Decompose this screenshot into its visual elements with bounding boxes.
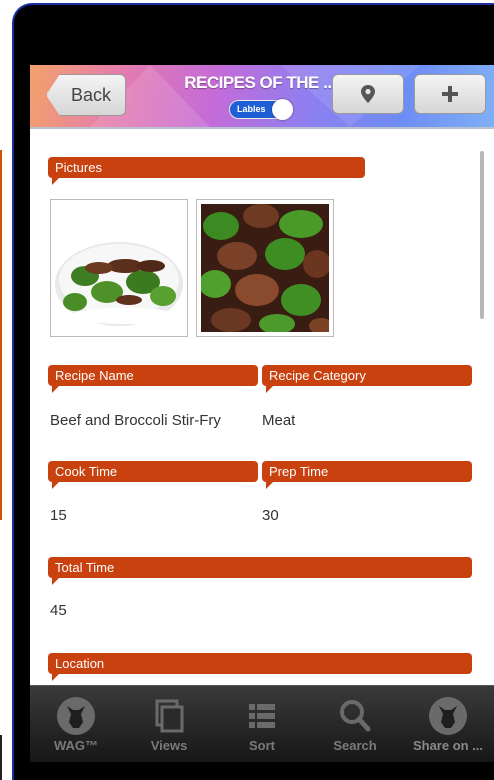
tab-wag[interactable]: WAG™ bbox=[30, 686, 122, 762]
top-nav-bar: Back RECIPES OF THE ... Lables bbox=[30, 65, 494, 129]
app-screen: Back RECIPES OF THE ... Lables Pictures bbox=[30, 65, 494, 762]
tab-views[interactable]: Views bbox=[123, 686, 215, 762]
search-icon bbox=[340, 700, 371, 732]
location-header: Location bbox=[48, 653, 472, 681]
food-photo-plate bbox=[55, 204, 183, 332]
map-pin-icon bbox=[361, 85, 375, 103]
tab-sort[interactable]: Sort bbox=[216, 686, 308, 762]
tab-label: Share on ... bbox=[412, 738, 484, 753]
cook-time-header: Cook Time bbox=[48, 461, 258, 489]
recipe-name-value: Beef and Broccoli Stir-Fry bbox=[50, 412, 221, 429]
recipe-category-value: Meat bbox=[262, 412, 296, 429]
toggle-knob bbox=[272, 99, 293, 120]
tab-search[interactable]: Search bbox=[309, 686, 401, 762]
food-photo-closeup bbox=[199, 204, 333, 334]
dog-icon bbox=[57, 697, 95, 735]
back-button[interactable]: Back bbox=[46, 74, 126, 116]
side-decoration bbox=[0, 150, 2, 520]
detail-content[interactable]: Pictures Recipe Name Recipe Category Bee… bbox=[30, 129, 494, 685]
total-time-header: Total Time bbox=[48, 557, 472, 585]
views-icon bbox=[155, 699, 184, 733]
recipe-photo-2[interactable] bbox=[196, 199, 334, 337]
tab-label: Views bbox=[150, 738, 188, 753]
recipe-category-header: Recipe Category bbox=[262, 365, 472, 393]
recipe-photo-1[interactable] bbox=[50, 199, 188, 337]
pictures-header: Pictures bbox=[48, 157, 365, 185]
add-button[interactable] bbox=[414, 74, 486, 114]
back-button-label: Back bbox=[70, 84, 112, 105]
tab-label: Search bbox=[333, 738, 377, 753]
page-title: RECIPES OF THE ... bbox=[184, 73, 336, 92]
list-icon bbox=[249, 704, 275, 728]
bottom-tab-bar: WAG™ Views Sort Search Share on ... bbox=[30, 685, 494, 762]
dog-share-icon bbox=[429, 697, 467, 735]
cook-time-value: 15 bbox=[50, 507, 67, 524]
recipe-name-header: Recipe Name bbox=[48, 365, 258, 393]
plus-icon bbox=[442, 86, 458, 102]
tab-share[interactable]: Share on ... bbox=[402, 686, 494, 762]
prep-time-header: Prep Time bbox=[262, 461, 472, 489]
prep-time-value: 30 bbox=[262, 507, 279, 524]
labels-toggle[interactable]: Lables bbox=[229, 99, 293, 120]
side-decoration bbox=[0, 735, 2, 780]
scrollbar[interactable] bbox=[480, 151, 484, 319]
tab-label: Sort bbox=[249, 738, 275, 753]
total-time-value: 45 bbox=[50, 602, 67, 619]
location-button[interactable] bbox=[332, 74, 404, 114]
tab-label: WAG™ bbox=[53, 738, 99, 753]
toggle-label: Lables bbox=[237, 104, 266, 114]
